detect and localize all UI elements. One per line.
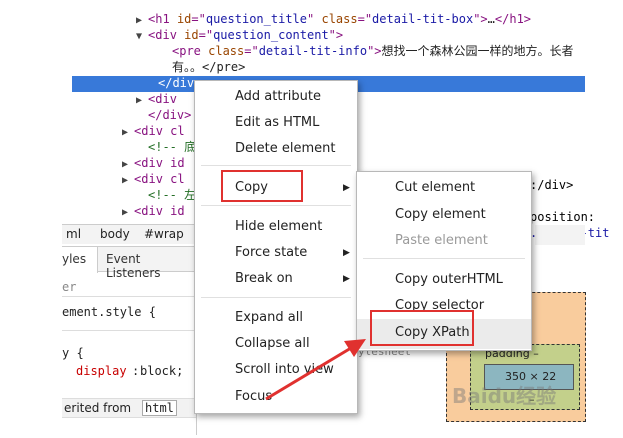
- dom-fragment-1: :/div>: [530, 178, 574, 192]
- dom-line[interactable]: <pre class="detail-tit-info">想找一个森林公园一样的…: [172, 43, 574, 59]
- dom-line[interactable]: <!-- 左: [148, 187, 196, 203]
- style-prop-value[interactable]: block;: [140, 364, 183, 378]
- submenu-item-copy-outerhtml[interactable]: Copy outerHTML: [395, 272, 503, 287]
- copy-xpath-highlight-box: [370, 310, 474, 346]
- element-style-rule[interactable]: ement.style {: [62, 305, 156, 319]
- breadcrumb-item-body[interactable]: body: [100, 227, 130, 241]
- dom-line[interactable]: <!-- 底: [148, 139, 196, 155]
- breadcrumb-item-wrap[interactable]: #wrap: [144, 227, 184, 241]
- inherited-tag[interactable]: html: [142, 400, 177, 416]
- expand-toggle-icon[interactable]: ▶: [122, 207, 134, 218]
- context-menu-item-hide-element[interactable]: Hide element: [235, 219, 322, 234]
- tab-styles[interactable]: yles: [62, 247, 98, 273]
- expand-toggle-icon[interactable]: ▶: [136, 15, 148, 26]
- break-on-arrow-icon: ▶: [343, 274, 350, 284]
- dom-fragment-2: position:: [530, 210, 596, 224]
- context-menu-item-add-attribute[interactable]: Add attribute: [235, 89, 321, 104]
- context-menu-item-delete-element[interactable]: Delete element: [235, 141, 335, 156]
- style-prop-name[interactable]: display: [76, 364, 127, 378]
- inherited-header: erited from html: [62, 398, 197, 418]
- context-menu-item-break-on[interactable]: Break on: [235, 271, 293, 286]
- submenu-item-paste-element: Paste element: [395, 233, 488, 248]
- tab-event-listeners[interactable]: Event Listeners: [106, 252, 197, 280]
- inherited-label: erited from: [64, 401, 132, 415]
- expand-toggle-icon[interactable]: ▶: [122, 159, 134, 170]
- copy-highlight-box: [221, 170, 303, 202]
- style-rule-selector: y {: [62, 346, 84, 360]
- dom-line[interactable]: </div>: [148, 107, 191, 123]
- sidebar-tabs: yles Event Listeners: [62, 246, 197, 280]
- submenu-item-cut-element[interactable]: Cut element: [395, 180, 475, 195]
- context-menu-item-edit-as-html[interactable]: Edit as HTML: [235, 115, 319, 130]
- expand-toggle-icon[interactable]: ▶: [122, 175, 134, 186]
- context-menu-item-force-state[interactable]: Force state: [235, 245, 307, 260]
- breadcrumb-item-html[interactable]: ml: [66, 227, 81, 241]
- expand-toggle-icon[interactable]: ▶: [122, 127, 134, 138]
- expand-toggle-icon[interactable]: ▶: [136, 95, 148, 106]
- submenu-item-copy-element[interactable]: Copy element: [395, 207, 486, 222]
- expand-toggle-icon[interactable]: ▼: [136, 31, 148, 42]
- styles-filter[interactable]: er: [62, 280, 76, 294]
- copy-submenu-arrow-icon: ▶: [343, 183, 350, 193]
- annotation-arrow-icon: [265, 339, 366, 401]
- dom-line[interactable]: ▶ <div id: [122, 203, 185, 221]
- force-state-arrow-icon: ▶: [343, 248, 350, 258]
- tab-styles-label: yles: [62, 252, 87, 266]
- watermark: Baidu经验: [452, 384, 557, 408]
- dom-line[interactable]: 有。。</pre>: [172, 59, 245, 75]
